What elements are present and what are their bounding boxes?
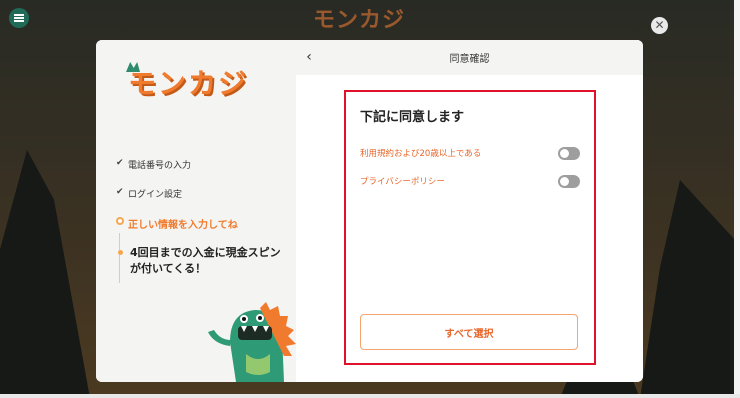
signup-progress-panel: モンカジ ✔ 電話番号の入力 ✔ ログイン設定 正しい情報を入力してね 4回目ま… xyxy=(96,40,296,382)
step-login-settings: ✔ ログイン設定 xyxy=(116,187,291,216)
step-label: ログイン設定 xyxy=(128,190,183,200)
step-label: 4回目までの入金に現金スピンが付いてくる！ xyxy=(130,246,281,275)
current-step-icon xyxy=(116,217,124,225)
terms-toggle[interactable] xyxy=(558,146,580,160)
select-all-button[interactable]: すべて選択 xyxy=(360,314,578,350)
check-icon: ✔ xyxy=(116,187,124,197)
step-phone: ✔ 電話番号の入力 xyxy=(116,158,291,187)
panel-title: 同意確認 xyxy=(449,54,490,65)
consent-modal: モンカジ ✔ 電話番号の入力 ✔ ログイン設定 正しい情報を入力してね 4回目ま… xyxy=(96,40,643,382)
check-icon: ✔ xyxy=(116,158,124,168)
back-button[interactable]: ‹ xyxy=(302,49,316,65)
consent-row-privacy: プライバシーポリシー xyxy=(360,167,580,195)
panel-header: ‹ 同意確認 xyxy=(296,40,643,75)
page-edge xyxy=(734,0,740,398)
close-modal-button[interactable]: ✕ xyxy=(651,17,668,34)
step-enter-info: 正しい情報を入力してね xyxy=(116,216,291,245)
bullet-icon xyxy=(118,250,123,255)
consent-panel: ‹ 同意確認 下記に同意します 利用規約および20歳以上である プライバシーポリ… xyxy=(296,40,643,382)
terms-link[interactable]: 利用規約および20歳以上である xyxy=(360,147,481,159)
privacy-toggle[interactable] xyxy=(558,174,580,188)
consent-title: 下記に同意します xyxy=(360,110,465,125)
chevron-left-icon: ‹ xyxy=(306,49,312,65)
signup-steps: ✔ 電話番号の入力 ✔ ログイン設定 正しい情報を入力してね 4回目までの入金に… xyxy=(116,158,291,285)
step-bonus: 4回目までの入金に現金スピンが付いてくる！ xyxy=(116,245,291,285)
brand-logo: モンカジ xyxy=(128,67,249,100)
hamburger-menu-button[interactable] xyxy=(9,8,29,28)
step-label: 正しい情報を入力してね xyxy=(128,220,238,231)
dinosaur-mascot-icon xyxy=(208,302,296,382)
close-icon: ✕ xyxy=(654,18,665,32)
page-edge xyxy=(0,394,740,398)
menu-icon xyxy=(14,14,24,22)
top-brand-logo: モンカジ xyxy=(313,8,406,33)
privacy-policy-link[interactable]: プライバシーポリシー xyxy=(360,175,445,187)
consent-box: 下記に同意します 利用規約および20歳以上である プライバシーポリシー すべて選… xyxy=(344,90,596,365)
consent-row-terms: 利用規約および20歳以上である xyxy=(360,139,580,167)
step-label: 電話番号の入力 xyxy=(128,161,192,171)
